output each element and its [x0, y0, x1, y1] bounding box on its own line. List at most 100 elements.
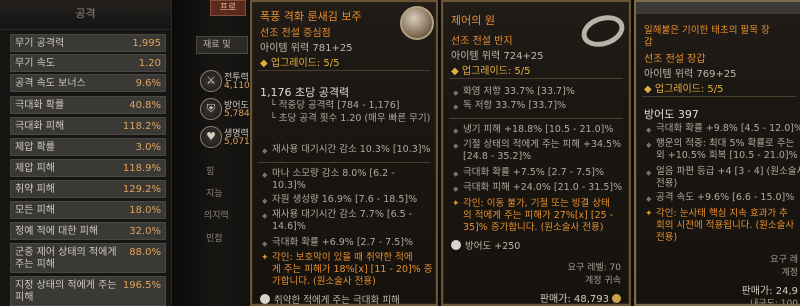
profile-tab[interactable]: 프로: [210, 0, 246, 16]
stats-panel-title: 공격: [0, 0, 171, 30]
stat-value: 196.5%: [122, 280, 161, 291]
item-name: 폭풍 격화 룬새김 보주: [260, 10, 362, 23]
durability: 내구도: 100: [750, 299, 798, 306]
required-level: 요구 레: [770, 255, 798, 265]
account-bound: 계정 귀속: [585, 276, 621, 286]
legendary-aspect: 각인: 이동 불가, 기절 또는 빙결 상태: [452, 198, 610, 210]
item-power: 아이템 위력 769+25: [644, 69, 737, 80]
armor-value: 5,784: [224, 109, 250, 119]
stat-label: 무기 속도: [15, 58, 55, 69]
item-type: 선조 전설 중심점: [260, 28, 331, 39]
attr-strength: 힘: [206, 167, 215, 177]
stat-value: 118.2%: [122, 121, 161, 132]
legendary-aspect-3: 가합니다. (원소술사 전용): [272, 276, 376, 287]
affix-lucky-hit: 행운의 적중: 최대 5% 확률로 주는: [646, 138, 794, 151]
orb-item-icon: [400, 6, 434, 40]
stat-row-overpower-chance[interactable]: 제압 확률 3.0%: [10, 138, 166, 156]
affix-mana-cost: 마나 소모량 감소 8.0% [6.2 -: [262, 168, 395, 181]
stat-value: 1,995: [132, 38, 161, 49]
skull-gem-icon: [451, 240, 461, 250]
stat-label: 극대화 확률: [15, 100, 65, 111]
stat-row-all-damage[interactable]: 모든 피해 18.0%: [10, 201, 166, 219]
offense-value: 4,110: [224, 81, 250, 91]
affix-cdr: 재사용 대기시간 감소 7.7% [6.5 -: [262, 209, 412, 222]
attr-willpower: 의지력: [204, 211, 229, 221]
sell-price: 판매가: 48,793: [540, 290, 621, 304]
stat-row-elite-damage[interactable]: 정예 적에 대한 피해 32.0%: [10, 222, 166, 240]
socket-gem-line: 취약한 적에게 주는 극대화 피해: [260, 292, 400, 304]
stat-label: 극대화 피해: [15, 121, 65, 132]
implicit-fire-res: 화염 저항 33.7% [33.7]%: [453, 86, 575, 99]
legendary-aspect-3: 전용): [656, 232, 678, 243]
upgrade-level: ◆ 업그레이드: 5/5: [644, 84, 724, 95]
life-value: 5,071: [224, 137, 250, 147]
affix-crit-chance: 극대화 확률 +6.9% [2.7 - 7.5]%: [262, 237, 413, 250]
item-tooltip-focus: 폭풍 격화 룬새김 보주 선조 전설 중심점 아이템 위력 781+25 ◆ 업…: [250, 0, 438, 306]
affix-crit-chance: 극대화 확률 +9.8% [4.5 - 12.0]%: [646, 123, 800, 136]
legendary-aspect: 각인: 보호막이 있을 때 취약한 적에: [261, 252, 413, 264]
legendary-aspect-2: 회의 시전에 적용됩니다. (원소술사: [656, 220, 795, 231]
stat-row-weapon-damage[interactable]: 무기 공격력 1,995: [10, 34, 166, 52]
item-tooltip-gloves-equipped: 일해불은 기이한 태초의 팔목 장 갑 선조 전설 장갑 아이템 위력 769+…: [634, 0, 800, 306]
stat-value: 9.6%: [135, 78, 161, 89]
attacks-per-second: └ 초당 공격 횟수 1.20 (매우 빠른 무기): [270, 113, 431, 124]
affix-cold-damage: 냉기 피해 +18.8% [10.5 - 21.0]%: [453, 124, 613, 137]
item-power: 아이템 위력 781+25: [260, 43, 353, 54]
gem-icon: [260, 294, 270, 304]
upgrade-level: ◆ 업그레이드: 5/5: [260, 58, 340, 69]
affix-mana-cost-range: 10.3]%: [272, 180, 306, 191]
stat-value: 40.8%: [129, 100, 161, 111]
stat-row-crit-damage[interactable]: 극대화 피해 118.2%: [10, 117, 166, 135]
affix-ice-shards: 얼음 파편 등급 +4 [3 - 4] (원소술사: [646, 166, 800, 179]
stat-label: 정예 적에 대한 피해: [15, 226, 99, 237]
materials-button[interactable]: 재료 및: [196, 36, 248, 54]
item-name-2: 갑: [644, 37, 653, 48]
legendary-aspect-2: 의 적에게 주는 피해가 27%[x] [25 -: [463, 210, 614, 221]
offense-icon: ⚔: [200, 70, 222, 92]
stat-value: 1.20: [138, 58, 161, 69]
stat-label: 지정 상태의 적에게 주는 피해: [15, 280, 117, 303]
stat-row-cc-damage[interactable]: 군중 제어 상태의 적에게 주는 피해 88.0%: [10, 243, 166, 273]
stat-label: 제압 피해: [15, 163, 55, 174]
attr-intelligence: 지능: [206, 189, 223, 199]
stat-label: 제압 확률: [15, 142, 55, 153]
implicit-cdr: 재사용 대기시간 감소 10.3% [10.3]%: [262, 144, 430, 157]
affix-crit-chance: 극대화 확률 +7.5% [2.7 - 7.5]%: [453, 167, 604, 180]
stat-value: 88.0%: [129, 247, 161, 258]
stat-row-stun-damage[interactable]: 지정 상태의 적에게 주는 피해 196.5%: [10, 276, 166, 306]
life-icon: ♥: [200, 126, 222, 148]
affix-stun-damage: 기절 상태의 적에게 주는 피해 +34.5%: [453, 139, 621, 152]
affix-attack-speed: 공격 속도 +9.6% [6.6 - 15.0]%: [646, 192, 794, 205]
stat-value: 129.2%: [122, 184, 161, 195]
required-level: 요구 레벨: 70: [567, 263, 621, 273]
affix-resource-gen: 자원 생성량 16.9% [7.6 - 18.5]%: [262, 194, 417, 207]
item-tooltip-ring: 제어의 원 선조 전설 반지 아이템 위력 724+25 ◆ 업그레이드: 5/…: [441, 0, 631, 306]
ring-item-icon: [577, 9, 629, 53]
affix-lucky-hit-2: 외 +10.5% 회복 [10.5 - 21.0]%: [656, 150, 798, 161]
item-type: 선조 전설 반지: [451, 36, 513, 47]
stat-row-attack-speed[interactable]: 공격 속도 보너스 9.6%: [10, 74, 166, 92]
legendary-aspect-3: 35]% 증가합니다. (원소술사 전용): [463, 222, 604, 233]
account-bound: 계정: [781, 268, 798, 278]
stat-row-overpower-damage[interactable]: 제압 피해 118.9%: [10, 159, 166, 177]
item-name: 일해불은 기이한 태초의 팔목 장: [644, 25, 770, 36]
stat-row-vulnerable-damage[interactable]: 취약 피해 129.2%: [10, 180, 166, 198]
stat-row-weapon-speed[interactable]: 무기 속도 1.20: [10, 54, 166, 72]
equipped-header: [636, 2, 800, 14]
affix-crit-damage: 극대화 피해 +24.0% [21.0 - 31.5]%: [453, 182, 622, 195]
dps-value: 1,176 초당 공격력: [260, 86, 350, 99]
stat-value: 118.9%: [122, 163, 161, 174]
armor-value: 방어도 397: [644, 108, 699, 121]
affix-ice-shards-2: 전용): [656, 178, 678, 189]
item-type: 선조 전설 장갑: [644, 54, 706, 65]
upgrade-level: ◆ 업그레이드: 5/5: [451, 66, 531, 77]
character-screen-strip: 프로 재료 및: [172, 0, 250, 306]
attr-dexterity: 민첩: [206, 234, 223, 244]
attack-stats-panel: 공격 무기 공격력 1,995 무기 속도 1.20 공격 속도 보너스 9.6…: [0, 0, 172, 306]
stat-value: 18.0%: [129, 205, 161, 216]
socket-gem-line: 방어도 +250: [451, 238, 520, 252]
affix-cdr-range: 14.6]%: [272, 221, 306, 232]
sell-price: 판매가: 24,9: [741, 286, 798, 297]
item-power: 아이템 위력 724+25: [451, 51, 544, 62]
stat-row-crit-chance[interactable]: 극대화 확률 40.8%: [10, 96, 166, 114]
